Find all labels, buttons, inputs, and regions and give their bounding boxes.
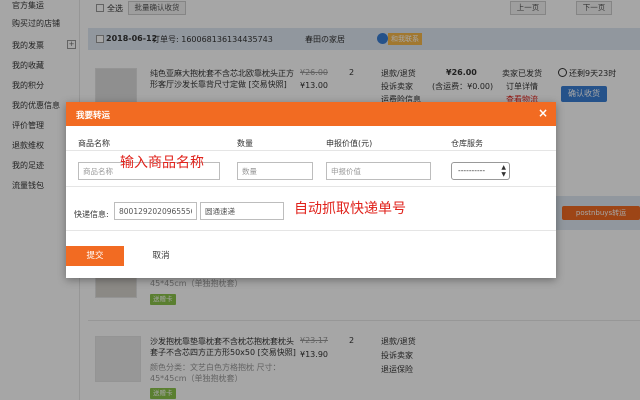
quantity-label: 数量 <box>237 139 253 148</box>
warehouse-service-label: 仓库服务 <box>451 139 483 148</box>
submit-button[interactable]: 提交 <box>66 246 124 266</box>
courier-input[interactable] <box>200 202 284 220</box>
divider <box>66 186 556 187</box>
product-name-label: 商品名称 <box>78 139 110 148</box>
divider <box>66 230 556 231</box>
warehouse-service-select[interactable]: ---------- ▲ ▼ <box>451 162 510 180</box>
tracking-number-input[interactable] <box>114 202 197 220</box>
tracking-annotation: 自动抓取快递单号 <box>294 201 406 217</box>
tracking-info-label: 快递信息: <box>74 210 109 219</box>
product-name-annotation: 输入商品名称 <box>120 155 204 171</box>
forwarding-dialog: 我要转运 × 商品名称 数量 申报价值(元) 仓库服务 输入商品名称 -----… <box>66 102 556 278</box>
declared-value-input[interactable] <box>326 162 431 180</box>
cancel-button[interactable]: 取消 <box>132 246 190 266</box>
dialog-title: 我要转运 <box>76 111 111 121</box>
divider <box>66 150 556 151</box>
warehouse-service-value: ---------- <box>458 166 486 175</box>
select-arrows-icon: ▲ ▼ <box>501 164 506 178</box>
quantity-input[interactable] <box>237 162 313 180</box>
declared-value-label: 申报价值(元) <box>326 139 373 148</box>
close-icon[interactable]: × <box>538 106 548 120</box>
dialog-header: 我要转运 × <box>66 102 556 126</box>
